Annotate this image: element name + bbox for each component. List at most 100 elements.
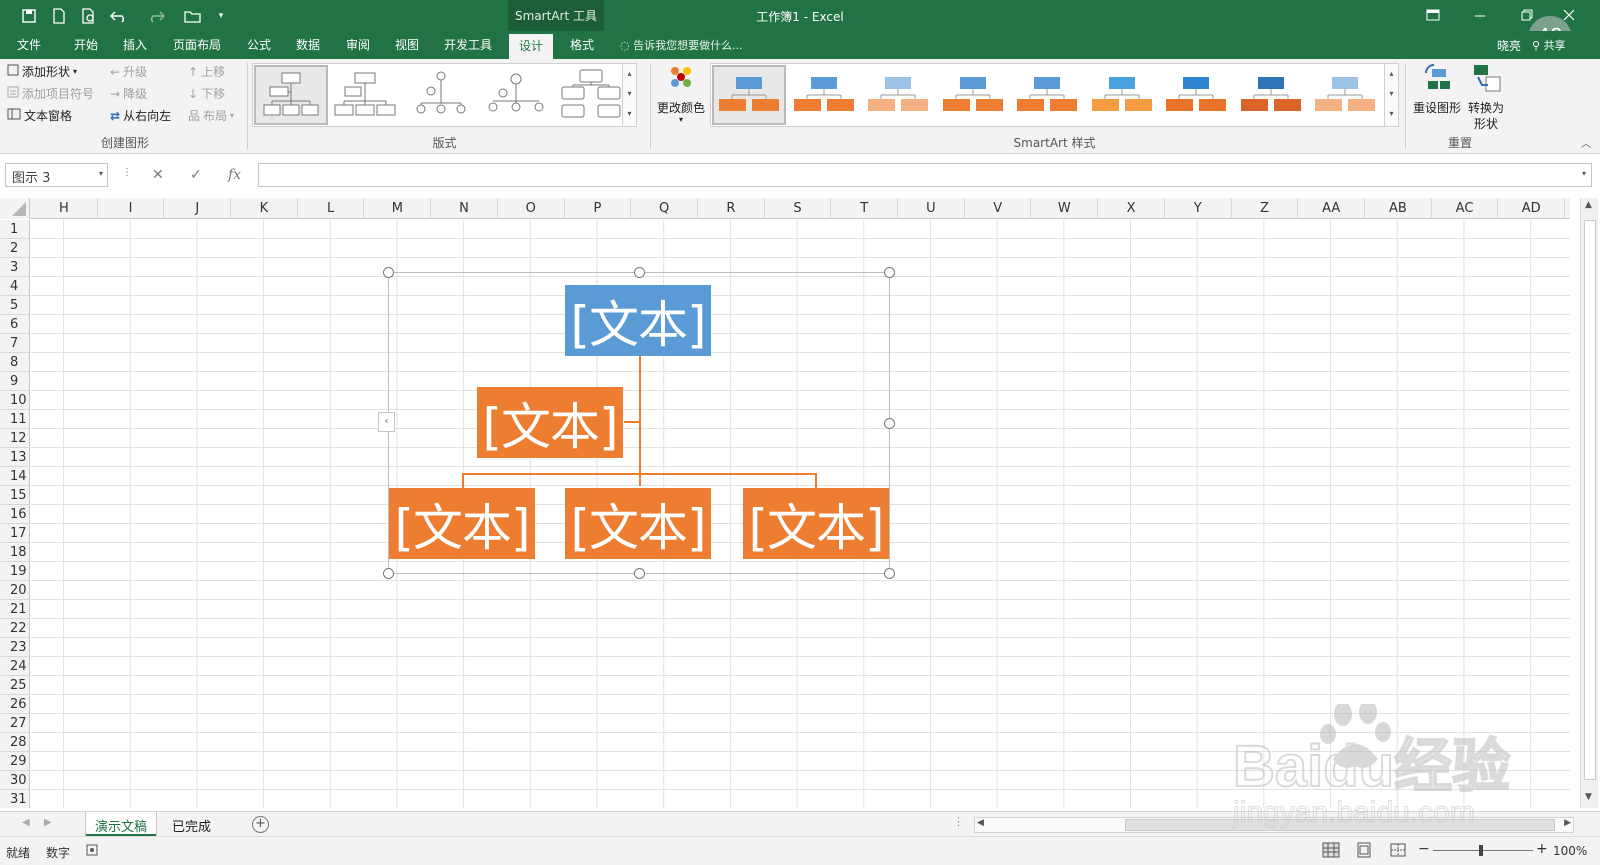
add-sheet-icon[interactable]: +	[252, 816, 269, 833]
column-header[interactable]: Q	[631, 198, 698, 219]
row-header[interactable]: 21	[0, 600, 30, 619]
column-header[interactable]: I	[98, 198, 165, 219]
column-header[interactable]: V	[965, 198, 1032, 219]
row-header[interactable]: 20	[0, 581, 30, 600]
tell-me-search[interactable]: ◌ 告诉我您想要做什么...	[620, 37, 743, 53]
insert-function-icon[interactable]: fx	[228, 167, 241, 183]
tab-format[interactable]: 格式	[570, 36, 594, 53]
tab-review[interactable]: 审阅	[346, 36, 370, 53]
column-header[interactable]: L	[298, 198, 365, 219]
row-header[interactable]: 28	[0, 733, 30, 752]
column-header[interactable]: P	[565, 198, 632, 219]
smartart-style-option[interactable]	[789, 67, 859, 123]
scroll-right-icon[interactable]: ▶	[1564, 818, 1571, 828]
smartart-style-option[interactable]	[863, 67, 933, 123]
row-header[interactable]: 22	[0, 619, 30, 638]
smartart-style-option[interactable]	[1310, 67, 1380, 123]
smartart-style-option[interactable]	[1012, 67, 1082, 123]
row-header[interactable]: 12	[0, 429, 30, 448]
sheet-tab-demo[interactable]: 演示文稿	[86, 812, 157, 836]
smartart-node-child[interactable]: [文本]	[389, 488, 535, 559]
zoom-in-icon[interactable]: +	[1536, 841, 1548, 857]
row-header[interactable]: 3	[0, 258, 30, 277]
tab-view[interactable]: 视图	[395, 36, 419, 53]
layout-option-hierarchy[interactable]	[556, 67, 626, 123]
vertical-scrollbar[interactable]: ▲ ▼	[1580, 198, 1598, 808]
horizontal-scrollbar[interactable]: ◀ ▶	[974, 817, 1574, 833]
layout-option-org-chart[interactable]	[254, 65, 328, 125]
tab-formulas[interactable]: 公式	[247, 36, 271, 53]
column-header[interactable]: M	[365, 198, 432, 219]
column-header[interactable]: K	[231, 198, 298, 219]
smartart-style-option[interactable]	[1087, 67, 1157, 123]
print-preview-icon[interactable]	[78, 5, 100, 27]
column-header[interactable]: AC	[1432, 198, 1499, 219]
row-header[interactable]: 16	[0, 505, 30, 524]
collapse-ribbon-icon[interactable]: ︿	[1581, 135, 1591, 150]
tab-design[interactable]: 设计	[509, 34, 554, 59]
new-file-icon[interactable]	[48, 5, 70, 27]
smartart-style-option[interactable]	[1161, 67, 1231, 123]
zoom-slider-thumb[interactable]	[1479, 845, 1483, 856]
resize-handle[interactable]	[884, 418, 895, 429]
save-icon[interactable]	[18, 5, 40, 27]
column-header[interactable]: O	[498, 198, 565, 219]
row-header[interactable]: 30	[0, 771, 30, 790]
chevron-down-icon[interactable]: ▾	[99, 169, 103, 178]
open-folder-icon[interactable]	[182, 5, 204, 27]
column-header[interactable]: T	[831, 198, 899, 219]
scroll-down-icon[interactable]: ▼	[1585, 792, 1592, 802]
row-header[interactable]: 24	[0, 657, 30, 676]
split-handle-icon[interactable]: ⋮	[953, 815, 964, 828]
column-header[interactable]: S	[765, 198, 832, 219]
zoom-level[interactable]: 100%	[1553, 844, 1587, 858]
row-header[interactable]: 9	[0, 372, 30, 391]
right-to-left-button[interactable]: ⇄ 从右向左	[110, 107, 171, 124]
change-colors-button[interactable]: 更改颜色 ▾	[655, 63, 707, 129]
row-header[interactable]: 8	[0, 353, 30, 372]
scroll-left-icon[interactable]: ◀	[977, 818, 984, 828]
row-header[interactable]: 27	[0, 714, 30, 733]
smartart-node-assistant[interactable]: [文本]	[477, 387, 623, 458]
move-down-button[interactable]: ↓ 下移	[188, 85, 225, 102]
resize-handle[interactable]	[383, 568, 394, 579]
resize-handle[interactable]	[884, 568, 895, 579]
row-header[interactable]: 4	[0, 277, 30, 296]
scroll-thumb[interactable]	[1125, 819, 1555, 831]
column-header[interactable]: Z	[1232, 198, 1299, 219]
column-header[interactable]: X	[1098, 198, 1165, 219]
column-header[interactable]: R	[698, 198, 765, 219]
tab-insert[interactable]: 插入	[123, 36, 147, 53]
promote-button[interactable]: ← 升级	[110, 63, 147, 80]
tab-home[interactable]: 开始	[74, 36, 98, 53]
smartart-style-option[interactable]	[938, 67, 1008, 123]
column-header[interactable]: J	[164, 198, 232, 219]
add-bullet-button[interactable]: 添加项目符号	[7, 85, 94, 102]
formula-input[interactable]	[258, 163, 1592, 187]
expand-formula-icon[interactable]: ▾	[1582, 169, 1586, 178]
row-header[interactable]: 17	[0, 524, 30, 543]
row-header[interactable]: 13	[0, 448, 30, 467]
row-header[interactable]: 18	[0, 543, 30, 562]
row-header[interactable]: 1	[0, 220, 30, 239]
cancel-icon[interactable]: ✕	[152, 167, 164, 183]
tab-developer[interactable]: 开发工具	[444, 36, 492, 53]
redo-icon[interactable]	[145, 5, 167, 27]
scroll-thumb[interactable]	[1584, 220, 1596, 780]
layout-gallery-scroll[interactable]: ▴ ▾ ▾	[622, 64, 636, 126]
share-button[interactable]: ⚲ 共享	[1532, 37, 1566, 53]
move-up-button[interactable]: ↑ 上移	[188, 63, 225, 80]
sheet-tab-done[interactable]: 已完成	[163, 812, 220, 836]
page-layout-view-icon[interactable]	[1356, 842, 1372, 861]
layout-option-half-circle-org[interactable]	[406, 67, 476, 123]
enter-check-icon[interactable]: ✓	[190, 167, 202, 183]
resize-handle[interactable]	[634, 568, 645, 579]
layout-button[interactable]: 品布局 ▾	[188, 107, 234, 124]
column-header[interactable]: Y	[1165, 198, 1232, 219]
add-shape-button[interactable]: 添加形状 ▾	[7, 63, 77, 80]
demote-button[interactable]: → 降级	[110, 85, 147, 102]
smartart-style-option[interactable]	[712, 65, 786, 125]
column-header[interactable]: W	[1032, 198, 1099, 219]
column-header[interactable]: U	[898, 198, 965, 219]
convert-to-shapes-button[interactable]: 转换为 形状	[1462, 63, 1508, 131]
